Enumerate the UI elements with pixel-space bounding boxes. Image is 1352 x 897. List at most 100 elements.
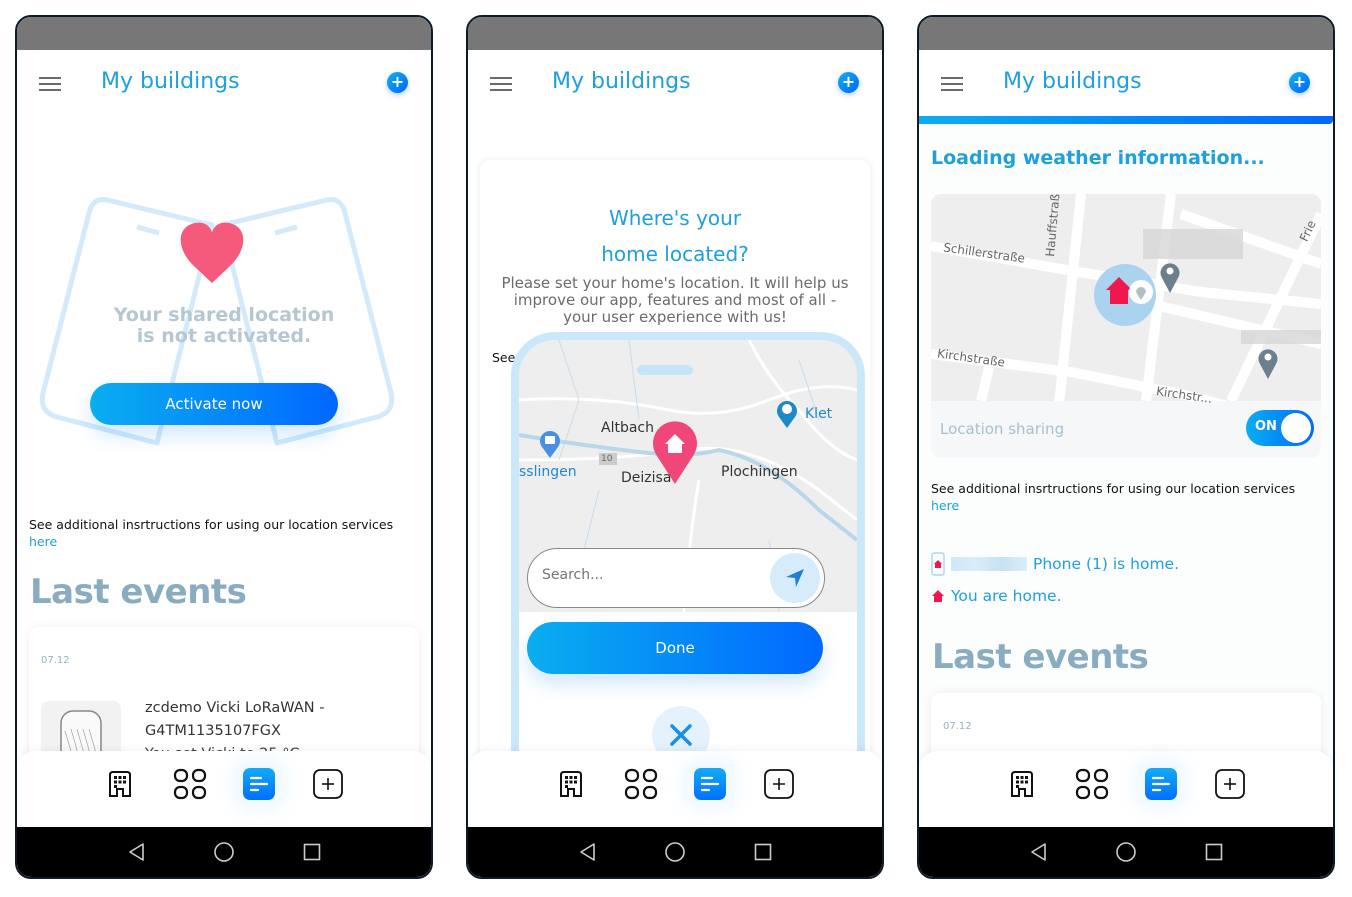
navigation-arrow-icon (786, 569, 804, 587)
location-card: Schillerstraße Hauffstraße Kirchstraße K… (931, 194, 1321, 458)
my-location-button[interactable] (770, 553, 820, 603)
add-building-button[interactable]: + (838, 72, 859, 93)
dialog-description: Please set your home's location. It will… (501, 274, 849, 326)
phone-home-icon (931, 552, 945, 576)
recents-square-icon[interactable] (1202, 840, 1226, 864)
app-bar: My buildings + (919, 50, 1333, 118)
dialog-title: Where's your home located? (601, 206, 749, 266)
list-icon (1151, 776, 1171, 792)
search-input[interactable] (542, 567, 762, 583)
menu-icon[interactable] (39, 77, 61, 92)
search-field (527, 548, 825, 608)
activate-now-button[interactable]: Activate now (90, 383, 338, 425)
screen-location-not-activated: My buildings + Your shared location is n… (15, 15, 433, 879)
tab-add[interactable] (1213, 767, 1247, 801)
tab-add[interactable] (311, 767, 345, 801)
location-instructions: See additional insrtructions for using o… (29, 516, 393, 550)
bottom-tab-bar (919, 751, 1333, 827)
list-icon (249, 776, 269, 792)
tab-buildings[interactable] (103, 767, 137, 801)
map-label: Plochingen (721, 464, 798, 480)
plus-square-icon (764, 769, 794, 799)
toggle-label: ON (1255, 419, 1277, 434)
app-bar: My buildings + (468, 50, 882, 118)
menu-icon[interactable] (490, 77, 512, 92)
screen-location-active: My buildings + Loading weather informati… (917, 15, 1335, 879)
map-label: Klet (805, 406, 833, 422)
presence-item: Phone (1) is home. (931, 552, 1179, 576)
menu-icon[interactable] (941, 77, 963, 92)
status-bar (468, 17, 882, 50)
page-title: My buildings (1003, 69, 1142, 94)
grid-icon (1075, 768, 1109, 800)
phone-frame-illustration: Altbach Deizisa Plochingen sslingen Klet… (511, 332, 865, 772)
instructions-text: See additional insrtructions for using o… (931, 481, 1296, 496)
last-events-heading: Last events (932, 637, 1149, 677)
home-circle-icon[interactable] (663, 840, 687, 864)
app-bar: My buildings + (17, 50, 431, 118)
tab-events[interactable] (694, 768, 726, 800)
status-bar (919, 17, 1333, 50)
location-instructions: See additional insrtructions for using o… (931, 480, 1295, 514)
tab-buildings[interactable] (554, 767, 588, 801)
redacted-label (1143, 229, 1243, 259)
loading-progress-bar (919, 116, 1333, 124)
map-label: sslingen (519, 464, 577, 480)
bottom-tab-bar (468, 751, 882, 827)
list-icon (700, 776, 720, 792)
location-map[interactable]: Schillerstraße Hauffstraße Kirchstraße K… (931, 194, 1321, 406)
park-pin-icon (777, 401, 797, 428)
presence-item: You are home. (931, 587, 1062, 605)
home-pin-icon (653, 421, 697, 484)
instructions-link[interactable]: here (29, 533, 393, 550)
instructions-link[interactable]: here (931, 497, 1295, 514)
map-pin-icon (1258, 349, 1278, 379)
event-date: 07.12 (943, 721, 972, 732)
system-nav-bar (17, 827, 431, 877)
tab-buildings[interactable] (1005, 767, 1039, 801)
event-date: 07.12 (41, 655, 70, 666)
tab-events[interactable] (1145, 768, 1177, 800)
last-events-heading: Last events (30, 572, 247, 612)
close-icon (670, 724, 692, 746)
tab-devices[interactable] (1075, 767, 1109, 801)
instructions-text: See additional insrtructions for using o… (29, 517, 394, 532)
shopping-pin-icon (540, 431, 560, 458)
system-nav-bar (468, 827, 882, 877)
home-location-dialog: Where's your home located? Please set yo… (480, 160, 870, 800)
add-building-button[interactable]: + (1289, 72, 1310, 93)
tab-devices[interactable] (624, 767, 658, 801)
back-icon[interactable] (1026, 840, 1050, 864)
not-activated-message: Your shared location is not activated. (113, 304, 335, 347)
add-building-button[interactable]: + (387, 72, 408, 93)
redacted-name (951, 557, 1027, 571)
home-circle-icon[interactable] (1114, 840, 1138, 864)
page-title: My buildings (101, 69, 240, 94)
location-sharing-label: Location sharing (940, 420, 1065, 438)
bottom-tab-bar (17, 751, 431, 827)
screen-set-home-location: My buildings + Where's your home located… (466, 15, 884, 879)
page-title: My buildings (552, 69, 691, 94)
location-sharing-toggle[interactable]: ON (1246, 410, 1314, 446)
road-number: 10 (601, 454, 613, 464)
building-icon (560, 771, 582, 797)
back-icon[interactable] (124, 840, 148, 864)
done-button[interactable]: Done (527, 622, 823, 674)
back-icon[interactable] (575, 840, 599, 864)
home-marker-icon (1106, 277, 1153, 304)
recents-square-icon[interactable] (300, 840, 324, 864)
plus-square-icon (1215, 769, 1245, 799)
building-icon (1011, 771, 1033, 797)
recents-square-icon[interactable] (751, 840, 775, 864)
toggle-knob (1281, 413, 1311, 443)
tab-devices[interactable] (173, 767, 207, 801)
status-bar (17, 17, 431, 50)
tab-add[interactable] (762, 767, 796, 801)
home-circle-icon[interactable] (212, 840, 236, 864)
grid-icon (624, 768, 658, 800)
grid-icon (173, 768, 207, 800)
map-label: Altbach (601, 420, 654, 436)
weather-loading-text: Loading weather information... (931, 147, 1265, 169)
system-nav-bar (919, 827, 1333, 877)
tab-events[interactable] (243, 768, 275, 800)
